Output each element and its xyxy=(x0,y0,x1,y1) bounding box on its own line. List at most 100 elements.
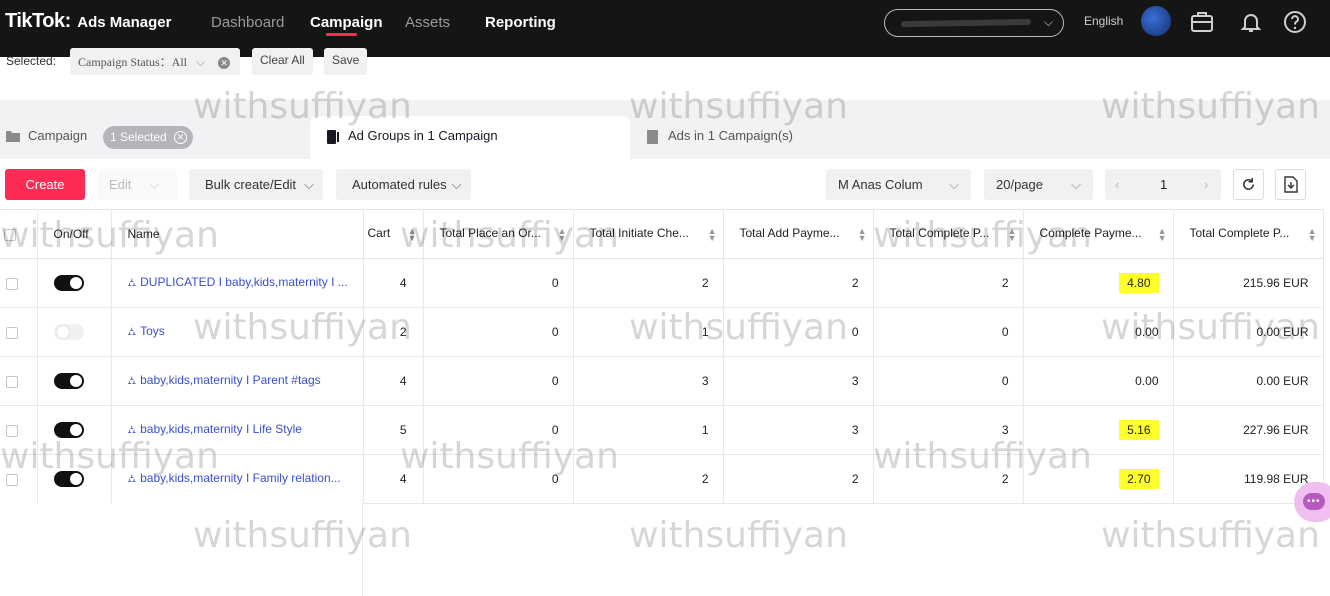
ad-group-name-link[interactable]: ⛼ baby,kids,maternity I Life Style xyxy=(128,422,302,436)
refresh-button[interactable] xyxy=(1233,169,1264,200)
refresh-icon xyxy=(1243,177,1254,190)
table-row[interactable]: ⛼ baby,kids,maternity I Life Style 5 0 1 3 3 5.… xyxy=(0,405,1324,455)
table-row[interactable]: ⛼ baby,kids,maternity I Family relation..… xyxy=(0,454,1324,504)
logo-brand: TikTok: xyxy=(5,10,71,32)
cell-complete-payment-rate: 2.70 xyxy=(1023,454,1174,504)
sort-icon[interactable]: ▲ ▼ xyxy=(558,227,567,243)
ad-group-name: baby,kids,maternity I Life Style xyxy=(140,422,302,436)
watermark-text: withsuffiyan xyxy=(629,515,848,556)
language-selector[interactable]: English xyxy=(1084,14,1123,28)
status-toggle[interactable] xyxy=(53,373,84,389)
row-name-cell: ⛼ baby,kids,maternity I Life Style xyxy=(111,405,364,455)
row-checkbox[interactable] xyxy=(6,375,18,388)
sort-icon[interactable]: ▲ ▼ xyxy=(1008,227,1017,243)
row-checkbox[interactable] xyxy=(6,473,18,486)
prev-page-button[interactable]: ‹ xyxy=(1115,177,1119,192)
tiktok-ads-manager-logo[interactable]: TikTok: Ads Manager xyxy=(5,10,171,33)
account-selector[interactable]: ⌵ xyxy=(884,9,1064,37)
column-header-cart[interactable]: Cart ▲ ▼ xyxy=(363,209,424,259)
select-all-checkbox[interactable] xyxy=(4,228,16,241)
complete-payment-rate-value: 5.16 xyxy=(1119,420,1159,440)
row-checkbox[interactable] xyxy=(6,277,18,290)
cell-complete-payment-rate: 4.80 xyxy=(1023,258,1174,308)
cell-cart: 2 xyxy=(363,307,424,357)
row-select-cell xyxy=(0,258,38,308)
nav-dashboard[interactable]: Dashboard xyxy=(211,14,284,31)
page-size-select[interactable]: 20/page ⌵ xyxy=(984,169,1093,200)
help-icon[interactable] xyxy=(1283,10,1307,34)
column-header-complete-payment-rate[interactable]: Complete Payme... ▲ ▼ xyxy=(1023,209,1174,259)
sort-icon[interactable]: ▲ ▼ xyxy=(1158,227,1167,243)
edit-button[interactable]: Edit ⌵ xyxy=(97,169,177,200)
cell-complete-payment: 0 xyxy=(873,307,1024,357)
sort-icon[interactable]: ▲ ▼ xyxy=(1308,227,1317,243)
column-header-initiate-checkout[interactable]: Total Initiate Che... ▲ ▼ xyxy=(573,209,724,259)
create-button[interactable]: Create xyxy=(5,169,85,200)
save-filter-button[interactable]: Save xyxy=(324,48,368,75)
chat-support-button[interactable]: ••• xyxy=(1294,482,1330,522)
column-header-complete-payment-value[interactable]: Total Complete P... ▲ ▼ xyxy=(1173,209,1324,259)
sort-icon[interactable]: ▲ ▼ xyxy=(708,227,717,243)
row-select-cell xyxy=(0,405,38,455)
campaign-selected-chip[interactable]: 1 Selected ✕ xyxy=(103,126,193,149)
close-icon[interactable]: ✕ xyxy=(218,57,231,70)
column-header-place-order[interactable]: Total Place an Or... ▲ ▼ xyxy=(423,209,574,259)
table-row[interactable]: ⛼ DUPLICATED I baby,kids,maternity I ... 4… xyxy=(0,258,1324,308)
tab-ads[interactable]: Ads in 1 Campaign(s) xyxy=(668,128,793,143)
column-header-complete-payment[interactable]: Total Complete P... ▲ ▼ xyxy=(873,209,1024,259)
cell-complete-payment-rate: 0.00 xyxy=(1023,356,1174,406)
automated-rules-button[interactable]: Automated rules ⌵ xyxy=(336,169,471,200)
ad-icon xyxy=(647,130,658,144)
cell-cart: 5 xyxy=(363,405,424,455)
next-page-button[interactable]: › xyxy=(1204,177,1208,192)
tab-campaign[interactable]: Campaign xyxy=(28,128,87,143)
chevron-down-icon: ⌵ xyxy=(149,177,160,192)
selected-count-label: 1 Selected xyxy=(110,130,167,144)
complete-payment-rate-value: 0.00 xyxy=(1135,325,1159,339)
sort-icon[interactable]: ▲ ▼ xyxy=(408,227,417,243)
ad-group-name-link[interactable]: ⛼ Toys xyxy=(128,324,165,338)
page-number-input[interactable]: 1 xyxy=(1160,177,1167,192)
nav-campaign[interactable]: Campaign xyxy=(310,14,383,31)
ad-group-name-link[interactable]: ⛼ baby,kids,maternity I Parent #tags xyxy=(128,373,321,387)
bulk-create-edit-button[interactable]: Bulk create/Edit ⌵ xyxy=(189,169,323,200)
chat-dots: ••• xyxy=(1307,496,1321,507)
briefcase-icon[interactable] xyxy=(1190,10,1214,34)
column-header-label: Total Place an Or... xyxy=(439,226,541,240)
sort-icon[interactable]: ▲ ▼ xyxy=(858,227,867,243)
cell-initiate-checkout: 1 xyxy=(573,405,724,455)
ad-group-icon xyxy=(327,130,339,144)
nav-assets[interactable]: Assets xyxy=(405,14,450,31)
close-icon[interactable]: ✕ xyxy=(174,131,187,144)
clear-all-button[interactable]: Clear All xyxy=(252,48,313,75)
cell-complete-payment-value: 0.00 EUR xyxy=(1173,307,1324,357)
row-toggle-cell xyxy=(37,258,112,308)
custom-columns-select[interactable]: M Anas Colum ⌵ xyxy=(826,169,971,200)
row-select-cell xyxy=(0,356,38,406)
column-header-add-payment[interactable]: Total Add Payme... ▲ ▼ xyxy=(723,209,874,259)
campaign-status-filter-chip[interactable]: Campaign Status：All ⌵ ✕ xyxy=(70,48,240,75)
ad-group-name-link[interactable]: ⛼ baby,kids,maternity I Family relation..… xyxy=(128,471,341,485)
row-toggle-cell xyxy=(37,356,112,406)
status-toggle[interactable] xyxy=(53,324,84,340)
status-toggle[interactable] xyxy=(53,275,84,291)
row-name-cell: ⛼ baby,kids,maternity I Family relation..… xyxy=(111,454,364,504)
bell-icon[interactable] xyxy=(1239,10,1263,34)
column-header-label: Complete Payme... xyxy=(1039,226,1142,240)
column-header-name[interactable]: Name xyxy=(111,209,364,259)
status-toggle[interactable] xyxy=(53,422,84,438)
ad-group-name-link[interactable]: ⛼ DUPLICATED I baby,kids,maternity I ... xyxy=(128,275,348,289)
automated-rules-label: Automated rules xyxy=(352,177,447,192)
nav-reporting[interactable]: Reporting xyxy=(485,14,556,31)
redacted-account-name xyxy=(900,18,1032,28)
cell-complete-payment-value: 227.96 EUR xyxy=(1173,405,1324,455)
export-button[interactable] xyxy=(1275,169,1306,200)
tab-ad-groups[interactable]: Ad Groups in 1 Campaign xyxy=(348,128,498,143)
column-header-on-off[interactable]: On/Off xyxy=(37,209,112,259)
row-checkbox[interactable] xyxy=(6,424,18,437)
status-toggle[interactable] xyxy=(53,471,84,487)
avatar[interactable] xyxy=(1141,6,1171,36)
table-row[interactable]: ⛼ Toys 2 0 1 0 0 0.00 0.00 EUR xyxy=(0,307,1324,357)
row-checkbox[interactable] xyxy=(6,326,18,339)
table-row[interactable]: ⛼ baby,kids,maternity I Parent #tags 4 0 3 3 0… xyxy=(0,356,1324,406)
